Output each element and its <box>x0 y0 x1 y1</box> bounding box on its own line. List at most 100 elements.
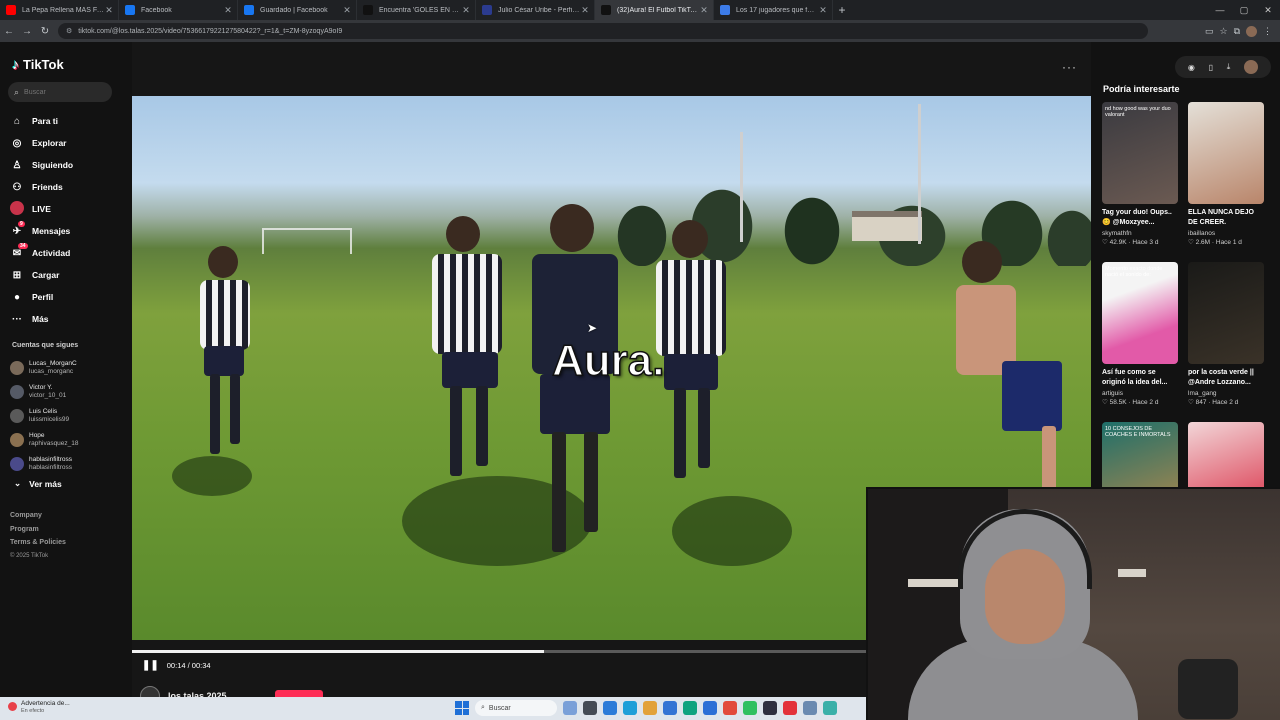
video-thumbnail[interactable]: Momento exacto donde nació el sonido de: <box>1102 262 1178 364</box>
browser-tab[interactable]: Los 17 jugadores que fueron b...✕ <box>714 0 833 20</box>
extensions-icon[interactable]: ⧉ <box>1234 26 1240 37</box>
background-goal <box>262 228 352 254</box>
sidebar-item-label: Perfil <box>32 292 54 302</box>
sidebar-item-live[interactable]: LIVE <box>10 198 128 220</box>
url-field[interactable]: ⚙ tiktok.com/@los.talas.2025/video/75366… <box>58 23 1148 39</box>
tab-close-icon[interactable]: ✕ <box>342 5 352 16</box>
video-title[interactable]: por la costa verde || @Andre Lozzano... <box>1188 368 1264 388</box>
tab-close-icon[interactable]: ✕ <box>699 5 709 16</box>
tab-close-icon[interactable]: ✕ <box>461 5 471 16</box>
browser-menu-icon[interactable]: ⋮ <box>1263 26 1272 37</box>
footer-link-program[interactable]: Program <box>10 526 66 540</box>
video-thumbnail[interactable]: nd how good was your duo valorant <box>1102 102 1178 204</box>
reload-icon[interactable]: ↻ <box>36 20 54 42</box>
taskbar-app-icon[interactable] <box>623 701 637 715</box>
video-caption-overlay: Aura. <box>551 335 665 386</box>
video-thumbnail[interactable] <box>1188 102 1264 204</box>
sidebar-item-actividad[interactable]: ✉ 34 Actividad <box>10 242 128 264</box>
video-thumbnail[interactable] <box>1188 262 1264 364</box>
screen: La Pepa Rellena MÁS FAMOSA✕Facebook✕Guar… <box>0 0 1280 720</box>
more-options-icon[interactable]: ··· <box>1062 60 1077 74</box>
sidebar-item-perfil[interactable]: ● Perfil <box>10 286 128 308</box>
taskbar-app-icon[interactable] <box>643 701 657 715</box>
following-account[interactable]: Luis Celis luissmicelis99 <box>10 404 128 428</box>
account-name: Hope <box>29 432 45 439</box>
search-input[interactable] <box>24 88 105 96</box>
taskbar-app-icon[interactable] <box>783 701 797 715</box>
taskbar-app-icon[interactable] <box>703 701 717 715</box>
windows-start-icon[interactable] <box>455 701 469 715</box>
sidebar-item-cargar[interactable]: ⊞ Cargar <box>10 264 128 286</box>
warning-title: Advertencia de... <box>21 700 70 707</box>
recommended-video[interactable]: ELLA NUNCA DEJO DE CREER. ibaillanos ♡ 2.6… <box>1188 102 1264 246</box>
following-account[interactable]: Hope raphivasquez_18 <box>10 428 128 452</box>
sidebar-item-para-ti[interactable]: ⌂ Para ti <box>10 110 128 132</box>
minimize-icon[interactable]: — <box>1208 0 1232 20</box>
browser-profile-avatar[interactable] <box>1246 25 1257 37</box>
account-handle: luissmicelis99 <box>29 416 70 423</box>
browser-tab[interactable]: Facebook ✕ <box>119 0 238 20</box>
footer-link-terms[interactable]: Terms & Policies <box>10 539 66 553</box>
close-window-icon[interactable]: ✕ <box>1256 0 1280 20</box>
video-title[interactable]: Así fue como se originó la idea del... <box>1102 368 1178 388</box>
taskbar-app-icon[interactable] <box>803 701 817 715</box>
taskbar-app-icon[interactable] <box>603 701 617 715</box>
search-icon: ⌕ <box>481 704 485 711</box>
site-info-icon[interactable]: ⚙ <box>66 27 72 35</box>
video-author[interactable]: ibaillanos <box>1188 230 1264 237</box>
live-icon <box>10 200 24 215</box>
pause-icon[interactable]: ❚❚ <box>142 660 159 671</box>
recommended-video[interactable]: nd how good was your duo valorant Tag you… <box>1102 102 1178 246</box>
browser-tab[interactable]: Julio César Uribe - Perfil del jug...✕ <box>476 0 595 20</box>
device-icon[interactable]: ▯ <box>1209 63 1213 72</box>
browser-tab[interactable]: Guardado | Facebook ✕ <box>238 0 357 20</box>
tab-close-icon[interactable]: ✕ <box>818 5 828 16</box>
sidebar-item-friends[interactable]: ⚇ Friends <box>10 176 128 198</box>
new-tab-button[interactable]: + <box>833 0 851 20</box>
video-title[interactable]: Tag your duo! Oups.. 😊 @Moxzyee... <box>1102 208 1178 228</box>
video-author[interactable]: artiguis <box>1102 390 1178 397</box>
bookmark-star-icon[interactable]: ☆ <box>1219 26 1227 37</box>
thumbnail-text: Momento exacto donde nació el sonido de: <box>1105 266 1163 278</box>
taskbar-warning[interactable]: Advertencia de... En efecto <box>8 700 70 715</box>
taskbar-app-icon[interactable] <box>583 701 597 715</box>
video-author[interactable]: skymathfn <box>1102 230 1178 237</box>
video-title[interactable]: ELLA NUNCA DEJO DE CREER. <box>1188 208 1264 228</box>
sidebar-item-m-s[interactable]: ··· Más <box>10 308 128 330</box>
sidebar-item-mensajes[interactable]: ✈ 9 Mensajes <box>10 220 128 242</box>
search-box[interactable]: ⌕ <box>8 82 112 102</box>
download-icon[interactable]: ⤓ <box>1227 62 1231 72</box>
footer-link-company[interactable]: Company <box>10 512 66 526</box>
recommended-video[interactable]: por la costa verde || @Andre Lozzano... l… <box>1188 262 1264 406</box>
forward-icon[interactable]: → <box>18 20 36 42</box>
back-icon[interactable]: ← <box>0 20 18 42</box>
compass-icon[interactable]: ◉ <box>1188 63 1195 72</box>
following-account[interactable]: Lucas_MorganC lucas_morganc <box>10 356 128 380</box>
taskbar-app-icon[interactable] <box>663 701 677 715</box>
recommended-video[interactable]: Momento exacto donde nació el sonido de:… <box>1102 262 1178 406</box>
following-account[interactable]: Victor Y. victor_10_01 <box>10 380 128 404</box>
taskbar-search[interactable]: ⌕ Buscar <box>475 700 557 716</box>
maximize-icon[interactable]: ▢ <box>1232 0 1256 20</box>
cast-icon[interactable]: ▭ <box>1205 26 1214 37</box>
browser-tab[interactable]: (32)Aura! El Futbol TikTok d...✕ <box>595 0 714 20</box>
following-account[interactable]: hablasinfiltross hablasinfiltross <box>10 452 128 476</box>
taskbar-app-icon[interactable] <box>563 701 577 715</box>
taskbar-app-icon[interactable] <box>763 701 777 715</box>
taskbar-app-icon[interactable] <box>823 701 837 715</box>
user-avatar[interactable] <box>1244 60 1259 74</box>
sidebar-item-siguiendo[interactable]: ♙ Siguiendo <box>10 154 128 176</box>
url-text: tiktok.com/@los.talas.2025/video/7536617… <box>78 27 343 35</box>
tiktok-logo[interactable]: ♪ TikTok <box>12 56 64 72</box>
see-more-button[interactable]: ⌄ Ver más <box>14 478 62 489</box>
sidebar-item-explorar[interactable]: ◎ Explorar <box>10 132 128 154</box>
taskbar-app-icon[interactable] <box>743 701 757 715</box>
browser-tab[interactable]: La Pepa Rellena MÁS FAMOSA✕ <box>0 0 119 20</box>
tab-close-icon[interactable]: ✕ <box>104 5 114 16</box>
tab-close-icon[interactable]: ✕ <box>580 5 590 16</box>
video-author[interactable]: lma_gang <box>1188 390 1264 397</box>
taskbar-app-icon[interactable] <box>683 701 697 715</box>
browser-tab[interactable]: Encuentra 'GOLES EN TIKTOK'✕ <box>357 0 476 20</box>
taskbar-app-icon[interactable] <box>723 701 737 715</box>
tab-close-icon[interactable]: ✕ <box>223 5 233 16</box>
